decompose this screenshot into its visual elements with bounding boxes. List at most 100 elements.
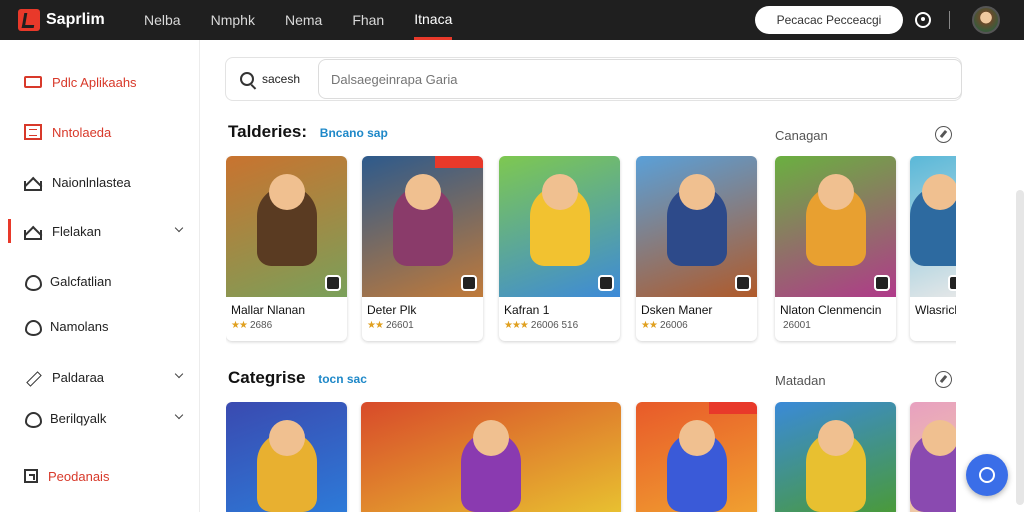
scrollbar[interactable] — [1016, 190, 1024, 505]
platform-icon — [948, 275, 956, 291]
heart-icon — [24, 318, 42, 336]
avatar[interactable] — [972, 6, 1000, 34]
app-logo[interactable]: Saprlim — [18, 9, 138, 31]
platform-icon — [461, 275, 477, 291]
game-card[interactable]: Dsken Maner ★★ 26006 — [636, 156, 757, 341]
game-card[interactable] — [775, 402, 896, 512]
card-row-1: Mallar Nlanan ★★ 2686 Deter Plk ★★ 26601 Kafra… — [226, 156, 956, 346]
game-rating: ★★★ 26006 516 — [499, 317, 620, 331]
game-thumbnail — [636, 402, 757, 512]
game-title: Kafran 1 — [504, 303, 550, 317]
compass-icon[interactable] — [935, 126, 952, 143]
character-head — [817, 174, 854, 210]
help-icon[interactable] — [915, 12, 931, 28]
search-label: sacesh — [262, 72, 301, 86]
section-title-1: Talderies: Bncano sap — [228, 122, 388, 142]
sidebar-item-7[interactable]: Berilqyalk — [0, 402, 200, 434]
game-card[interactable]: Mallar Nlanan ★★ 2686 — [226, 156, 347, 341]
nav-item-3[interactable]: Fhan — [352, 0, 398, 40]
game-thumbnail — [362, 156, 483, 297]
sidebar-item-8[interactable]: Peodanais — [0, 460, 200, 492]
heart-icon — [24, 410, 42, 428]
game-thumbnail — [775, 156, 896, 297]
heart-icon — [24, 273, 42, 291]
sidebar-item-label: Flelakan — [52, 223, 102, 239]
section-1-title: Talderies: — [228, 122, 308, 141]
home-icon — [24, 181, 42, 191]
sidebar-item-6[interactable]: Paldaraa — [0, 361, 200, 393]
chevron-down-icon[interactable] — [174, 223, 184, 233]
section-1-subtitle[interactable]: Bncano sap — [320, 126, 388, 140]
pencil-icon — [24, 369, 42, 385]
new-badge — [435, 156, 483, 168]
game-title: Dsken Maner — [641, 303, 713, 317]
sidebar-item-label: Paldaraa — [52, 369, 105, 385]
rating-count: 2686 — [249, 320, 273, 331]
character-head — [268, 174, 305, 210]
compass-icon[interactable] — [935, 371, 952, 388]
rating-count: 26001 — [783, 320, 811, 331]
monitor-icon — [24, 76, 42, 88]
game-rating: ★★ 26601 — [362, 317, 483, 331]
sidebar-item-label: Namolans — [50, 318, 109, 334]
game-card[interactable] — [636, 402, 757, 512]
star-rating-icon: ★★ — [641, 320, 658, 331]
game-card[interactable]: Kafran 1 ★★★ 26006 516 — [499, 156, 620, 341]
search-icon[interactable] — [240, 72, 254, 86]
game-thumbnail — [775, 402, 896, 512]
section-2-title: Categrise — [228, 368, 306, 387]
sidebar-item-3[interactable]: Flelakan — [0, 215, 200, 247]
sidebar-item-5[interactable]: Namolans — [0, 310, 200, 342]
game-card[interactable] — [910, 402, 956, 512]
top-search-button[interactable]: Pecacac Pecceacgi — [755, 6, 903, 34]
home-icon — [24, 230, 42, 240]
character-head — [404, 174, 441, 210]
section-1-link[interactable]: Canagan — [775, 128, 828, 143]
game-rating — [910, 317, 956, 331]
chat-button[interactable] — [966, 454, 1008, 496]
game-card[interactable] — [226, 402, 347, 512]
sidebar-item-1[interactable]: Nntolaeda — [0, 116, 200, 148]
search-input[interactable] — [318, 59, 962, 99]
game-thumbnail — [499, 156, 620, 297]
sidebar-item-label: Galcfatlian — [50, 273, 112, 289]
chevron-down-icon[interactable] — [174, 369, 184, 379]
game-rating: 26001 — [775, 317, 896, 331]
rating-count: 26601 — [385, 320, 414, 331]
search-bar: sacesh — [225, 57, 962, 101]
sidebar-item-4[interactable]: Galcfatlian — [0, 265, 200, 297]
section-2-link[interactable]: Matadan — [775, 373, 826, 388]
game-card[interactable] — [361, 402, 621, 512]
nav-item-1[interactable]: Nmphk — [211, 0, 269, 40]
game-title: Nlaton Clenmencin — [780, 303, 882, 317]
sidebar-item-label: Berilqyalk — [50, 410, 107, 426]
main-content: sacesh Talderies: Bncano sap Canagan Mal… — [200, 40, 1024, 512]
character-head — [817, 420, 854, 456]
game-title: Deter Plk — [367, 303, 417, 317]
top-nav: Nelba Nmphk Nema Fhan Itnaca — [144, 0, 468, 40]
nav-item-4[interactable]: Itnaca — [414, 0, 453, 40]
sidebar-item-label: Nntolaeda — [52, 124, 112, 140]
character-head — [922, 420, 956, 456]
game-card[interactable]: Nlaton Clenmencin 26001 — [775, 156, 896, 341]
character-head — [922, 174, 956, 210]
game-thumbnail — [910, 156, 956, 297]
chevron-down-icon[interactable] — [174, 410, 184, 420]
character-head — [473, 420, 509, 456]
game-thumbnail — [910, 402, 956, 512]
nav-item-2[interactable]: Nema — [285, 0, 336, 40]
game-title: Wlasrich — [915, 303, 956, 317]
sidebar-item-2[interactable]: Naionlnlastea — [0, 166, 200, 198]
game-card[interactable]: Deter Plk ★★ 26601 — [362, 156, 483, 341]
game-card[interactable]: Wlasrich — [910, 156, 956, 341]
nav-item-0[interactable]: Nelba — [144, 0, 195, 40]
rating-count: 26006 516 — [530, 320, 579, 331]
game-thumbnail — [361, 402, 621, 512]
platform-icon — [874, 275, 890, 291]
sidebar-item-label: Pdlc Aplikaahs — [52, 74, 137, 90]
section-2-subtitle[interactable]: tocn sac — [318, 372, 367, 386]
top-bar: Saprlim Nelba Nmphk Nema Fhan Itnaca Pec… — [0, 0, 1024, 40]
sidebar-item-0[interactable]: Pdlc Aplikaahs — [0, 66, 200, 98]
rating-count: 26006 — [659, 320, 688, 331]
logo-icon — [18, 9, 40, 31]
